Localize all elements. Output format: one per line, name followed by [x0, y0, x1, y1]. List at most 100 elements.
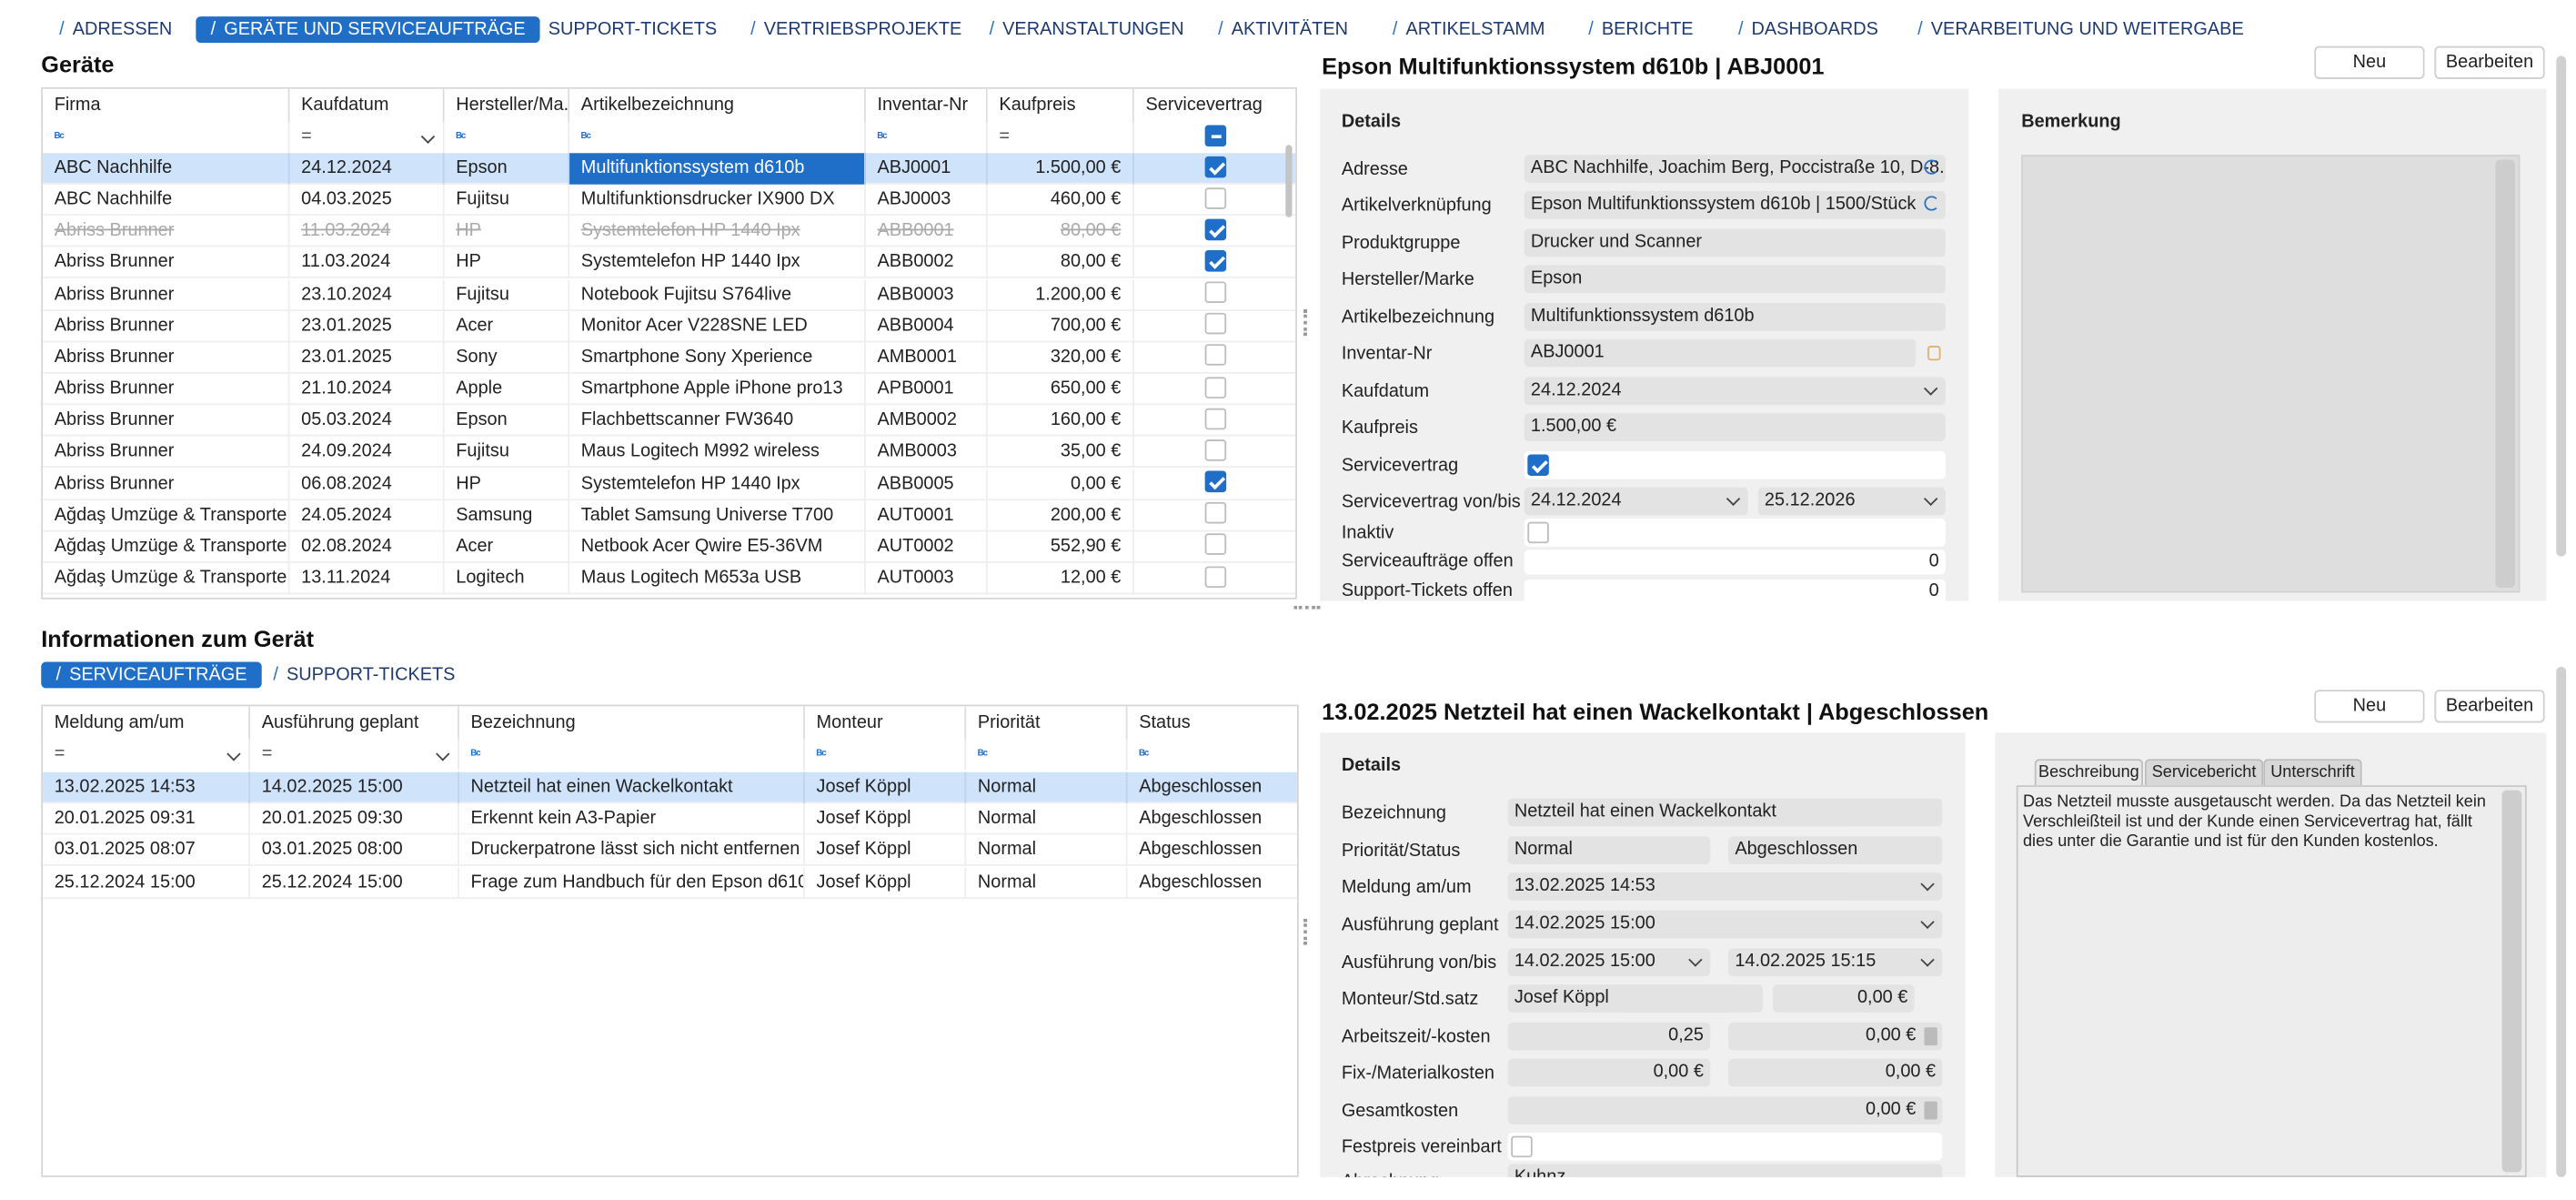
link-icon[interactable] [1924, 196, 1939, 211]
info-tab-1[interactable]: / SUPPORT-TICKETS [273, 661, 455, 688]
table-row[interactable]: 03.01.2025 08:07 03.01.2025 08:00 Druckerp… [43, 835, 1297, 867]
servicevertrag-von-field[interactable]: 24.12.2024 [1524, 487, 1748, 516]
orders-filter-cell[interactable]: = [43, 739, 251, 771]
service-contract-checkbox[interactable] [1204, 439, 1227, 461]
orders-col-header[interactable]: Status [1127, 706, 1297, 740]
order-tab-2[interactable]: Unterschrift [2263, 759, 2362, 786]
field-hersteller[interactable]: Epson [1524, 265, 1946, 294]
servicevertrag-bis-field[interactable]: 25.12.2026 [1757, 487, 1946, 516]
order-new-button[interactable]: Neu [2314, 690, 2425, 723]
orders-filter-cell[interactable]: ᴮᶜ [1128, 740, 1297, 771]
service-contract-checkbox[interactable] [1204, 281, 1227, 304]
table-row[interactable]: Abriss Brunner 21.10.2024 Apple Smartphone … [43, 373, 1296, 406]
service-contract-checkbox[interactable] [1204, 345, 1227, 367]
table-row[interactable]: 25.12.2024 15:00 25.12.2024 15:00 Frage zu… [43, 866, 1297, 899]
right-scrollbar[interactable] [2556, 55, 2567, 557]
chevron-down-icon[interactable] [436, 747, 450, 761]
service-contract-checkbox[interactable] [1204, 408, 1227, 429]
device-new-button[interactable]: Neu [2314, 45, 2425, 79]
remark-textarea[interactable] [2021, 155, 2521, 593]
nav-tab-2[interactable]: / SUPPORT-TICKETS [535, 16, 717, 43]
status-field[interactable]: Abgeschlossen [1728, 836, 1943, 865]
devices-col-header[interactable]: Kaufdatum [289, 88, 445, 122]
stundensatz-field[interactable]: 0,00 € [1772, 984, 1915, 1013]
meldung-field[interactable]: 13.02.2025 14:53 [1507, 872, 1943, 901]
nav-tab-4[interactable]: / VERANSTALTUNGEN [990, 16, 1184, 43]
service-contract-checkbox[interactable] [1204, 218, 1227, 241]
festpreis-checkbox[interactable] [1511, 1135, 1533, 1158]
field-adresse[interactable]: ABC Nachhilfe, Joachim Berg, Poccistraße… [1524, 155, 1946, 183]
inaktiv-checkbox[interactable] [1527, 521, 1549, 544]
devices-filter-cell[interactable]: ᴮᶜ [569, 121, 866, 154]
materialkosten-field[interactable]: 0,00 € [1728, 1058, 1943, 1087]
table-row[interactable]: Abriss Brunner 23.01.2025 Acer Monitor Acer… [43, 310, 1296, 342]
table-row[interactable]: Ağdaş Umzüge & Transporte 02.08.2024 Acer N… [43, 531, 1296, 563]
chevron-down-icon[interactable] [1688, 953, 1703, 967]
ausfuehrung-geplant-field[interactable]: 14.02.2025 15:00 [1507, 910, 1943, 939]
order-edit-button[interactable]: Bearbeiten [2434, 690, 2545, 723]
devices-scrollbar[interactable] [1285, 145, 1293, 217]
orders-col-header[interactable]: Meldung am/um [43, 706, 251, 740]
service-contract-checkbox[interactable] [1204, 470, 1227, 493]
table-row[interactable]: Abriss Brunner 05.03.2024 Epson Flachbettsc… [43, 405, 1296, 437]
chevron-down-icon[interactable] [420, 129, 436, 144]
chevron-down-icon[interactable] [1920, 877, 1935, 892]
devices-col-header[interactable]: Kaufpreis [987, 88, 1134, 122]
vertical-splitter-top[interactable] [1303, 309, 1307, 337]
field-artikelverknuepfung[interactable]: Epson Multifunktionssystem d610b | 1500/… [1524, 190, 1946, 219]
arbeitszeit-field[interactable]: 0,25 [1507, 1022, 1711, 1051]
devices-filter-cell[interactable] [1134, 122, 1295, 153]
service-contract-checkbox[interactable] [1204, 250, 1227, 272]
devices-col-header[interactable]: Inventar-Nr [865, 88, 988, 122]
arbeitskosten-field[interactable]: 0,00 € [1728, 1022, 1943, 1051]
chevron-down-icon[interactable] [1920, 914, 1935, 930]
orders-col-header[interactable]: Priorität [966, 706, 1128, 740]
servicevertrag-checkbox[interactable] [1527, 454, 1549, 476]
service-contract-checkbox[interactable] [1204, 502, 1227, 524]
nav-tab-6[interactable]: / ARTIKELSTAMM [1393, 16, 1545, 43]
service-contract-checkbox[interactable] [1204, 565, 1227, 588]
table-row[interactable]: Abriss Brunner 23.01.2025 Sony Smartphone S… [43, 342, 1296, 374]
gesamtkosten-field[interactable]: 0,00 € [1507, 1096, 1943, 1124]
vertical-splitter-bottom[interactable] [1303, 918, 1307, 945]
abrechnung-field[interactable]: Kuhnz [1507, 1164, 1943, 1177]
devices-filter-cell[interactable]: ᴮᶜ [43, 121, 290, 154]
table-row[interactable]: Abriss Brunner 24.09.2024 Fujitsu Maus Logi… [43, 437, 1296, 469]
devices-filter-cell[interactable]: ᴮᶜ [866, 121, 988, 154]
nav-tab-1[interactable]: / GERÄTE UND SERVICEAUFTRÄGE [196, 16, 540, 44]
filter-all-checkbox[interactable] [1204, 124, 1227, 146]
service-contract-checkbox[interactable] [1204, 313, 1227, 335]
description-box[interactable]: Das Netzteil musste ausgetauscht werden.… [2016, 785, 2527, 1177]
table-row[interactable]: 20.01.2025 09:31 20.01.2025 09:30 Erkennt … [43, 803, 1297, 835]
nav-tab-8[interactable]: / DASHBOARDS [1738, 16, 1878, 43]
devices-filter-cell[interactable]: = [988, 121, 1134, 154]
orders-filter-cell[interactable]: ᴮᶜ [459, 739, 805, 771]
table-row[interactable]: Ağdaş Umzüge & Transporte 13.11.2024 Logit… [43, 562, 1296, 595]
table-row[interactable]: ABC Nachhilfe 04.03.2025 Fujitsu Multifunkt… [43, 184, 1296, 217]
device-edit-button[interactable]: Bearbeiten [2434, 45, 2545, 79]
service-contract-checkbox[interactable] [1204, 187, 1227, 209]
monteur-field[interactable]: Josef Köppl [1507, 984, 1764, 1013]
orders-filter-cell[interactable]: ᴮᶜ [805, 739, 967, 771]
orders-filter-cell[interactable]: = [250, 739, 459, 771]
nav-tab-0[interactable]: / ADRESSEN [59, 16, 172, 43]
calculator-icon[interactable] [1924, 1101, 1937, 1120]
devices-filter-cell[interactable]: = [289, 121, 445, 154]
orders-col-header[interactable]: Monteur [804, 706, 967, 740]
order-tab-1[interactable]: Servicebericht [2144, 759, 2264, 786]
horizontal-splitter[interactable] [1293, 605, 1321, 610]
service-contract-checkbox[interactable] [1204, 156, 1227, 177]
table-row[interactable]: Abriss Brunner 23.10.2024 Fujitsu Notebook … [43, 278, 1296, 311]
devices-col-header[interactable]: Servicevertrag [1133, 88, 1296, 122]
info-tab-0[interactable]: / SERVICEAUFTRÄGE [41, 661, 262, 689]
right-scrollbar-bottom[interactable] [2556, 666, 2567, 1177]
orders-col-header[interactable]: Ausführung geplant [250, 706, 459, 740]
remark-scrollbar[interactable] [2495, 159, 2516, 589]
devices-col-header[interactable]: Hersteller/Ma... [444, 88, 570, 122]
orders-filter-cell[interactable]: ᴮᶜ [966, 739, 1128, 771]
order-tab-0[interactable]: Beschreibung [2034, 759, 2144, 786]
field-produktgruppe[interactable]: Drucker und Scanner [1524, 228, 1946, 257]
chevron-down-icon[interactable] [1923, 381, 1938, 396]
table-row[interactable]: Abriss Brunner 11.03.2024 HP Systemtelefon … [43, 216, 1296, 247]
chevron-down-icon[interactable] [226, 747, 241, 761]
